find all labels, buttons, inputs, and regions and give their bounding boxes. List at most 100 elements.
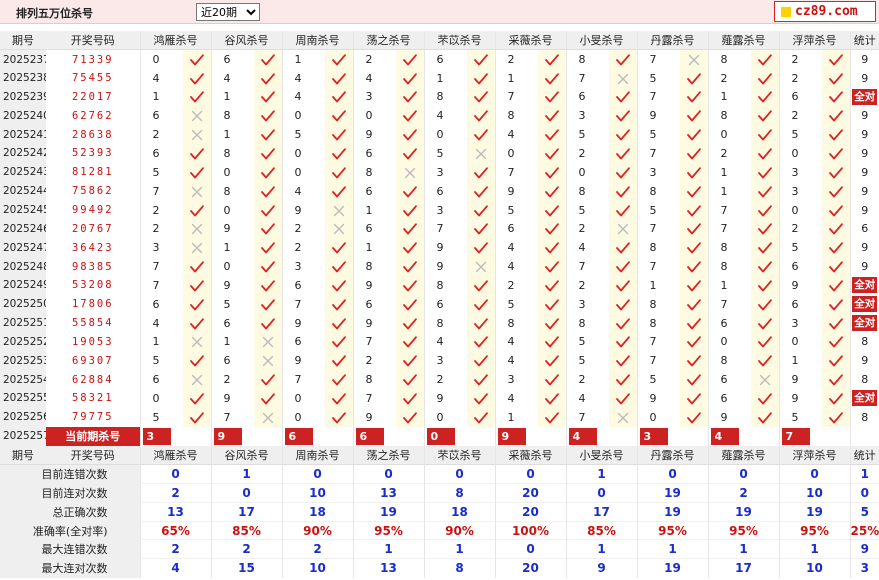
hit-check-icon (183, 313, 211, 333)
hit-check-icon (822, 87, 850, 107)
hit-check-icon (609, 125, 637, 145)
kill-number-cell: 6 (352, 294, 396, 314)
kill-number-cell: 7 (636, 332, 680, 352)
kill-number-cell: 0 (210, 257, 254, 276)
hit-check-icon (325, 181, 353, 201)
row-total-cell: 9 (849, 181, 879, 201)
kill-number-cell: 1 (210, 125, 254, 145)
period-cell: 2025245 (0, 200, 46, 220)
kill-number-cell: 8 (707, 49, 751, 69)
draw-number-cell: 99492 (71, 204, 114, 217)
miss-cross-icon (396, 162, 424, 182)
table-row: 2025246 20767 2 9 2 6 7 6 2 7 7 2 6 (0, 219, 879, 239)
hit-check-icon (751, 257, 779, 276)
hit-check-icon (254, 389, 282, 408)
kill-number-cell: 6 (778, 294, 822, 314)
table-row: 2025253 69307 5 6 9 2 3 4 5 7 8 1 9 (0, 351, 879, 371)
stat-value: 13 (352, 558, 424, 578)
hit-check-icon (538, 389, 566, 408)
draw-number-cell: 71339 (71, 53, 114, 66)
draw-number-cell: 28638 (71, 128, 114, 141)
kill-number-cell: 4 (281, 87, 325, 107)
kill-number-cell: 4 (210, 68, 254, 88)
stat-value: 5 (849, 501, 879, 522)
kill-number-cell: 7 (494, 87, 538, 107)
hit-check-icon (822, 200, 850, 220)
hit-check-icon (396, 275, 424, 295)
killer-column-header: 荡之杀号 (352, 445, 424, 466)
draw-number-cell: 62884 (71, 373, 114, 386)
hit-check-icon (538, 351, 566, 371)
kill-number-cell: 6 (210, 313, 254, 333)
row-total-cell: 9 (849, 200, 879, 220)
kill-number-cell: 8 (636, 313, 680, 333)
stat-value: 95% (636, 520, 708, 540)
hit-check-icon (538, 219, 566, 239)
kill-number-cell: 8 (423, 313, 467, 333)
kill-number-cell: 4 (281, 181, 325, 201)
hit-check-icon (822, 294, 850, 314)
hit-check-icon (538, 275, 566, 295)
hit-check-icon (609, 389, 637, 408)
stat-value: 20 (494, 558, 566, 578)
killer-column-header: 丹露杀号 (636, 31, 708, 51)
current-kill-number: 4 (710, 427, 739, 445)
period-cell: 2025243 (0, 162, 46, 182)
kill-number-cell: 2 (707, 68, 751, 88)
kill-number-cell: 5 (565, 332, 609, 352)
hit-check-icon (538, 407, 566, 427)
current-total-cell (849, 426, 879, 446)
stat-value: 4 (139, 558, 211, 578)
stat-value: 2 (139, 482, 211, 503)
draw-number-cell: 69307 (71, 354, 114, 367)
hit-check-icon (822, 162, 850, 182)
kill-number-cell: 2 (778, 106, 822, 126)
row-total-cell: 9 (849, 49, 879, 69)
hit-check-icon (751, 87, 779, 107)
site-logo[interactable]: cz89.com (774, 1, 876, 22)
row-total-cell: 全对 (849, 389, 879, 408)
kill-number-cell: 8 (565, 313, 609, 333)
hit-check-icon (751, 294, 779, 314)
hit-check-icon (538, 162, 566, 182)
kill-number-cell: 7 (707, 294, 751, 314)
killer-column-header: 丹露杀号 (636, 445, 708, 466)
draw-number-cell: 75455 (71, 72, 114, 85)
kill-number-cell: 4 (139, 313, 183, 333)
hit-check-icon (538, 332, 566, 352)
stat-value: 1 (565, 539, 637, 559)
stat-value: 17 (565, 501, 637, 522)
kill-number-cell: 1 (139, 332, 183, 352)
table-row: 2025250 17806 6 5 7 6 6 5 3 8 7 6 全对 (0, 294, 879, 314)
hit-check-icon (467, 200, 495, 220)
hit-check-icon (751, 238, 779, 258)
hit-check-icon (822, 389, 850, 408)
kill-number-cell: 3 (423, 162, 467, 182)
hit-check-icon (680, 125, 708, 145)
current-kill-number: 7 (781, 427, 810, 445)
current-kill-cell: 4 (565, 426, 637, 446)
hit-check-icon (183, 87, 211, 107)
period-range-select[interactable]: 近20期 (196, 3, 260, 21)
hit-check-icon (183, 144, 211, 163)
hit-check-icon (254, 106, 282, 126)
hit-check-icon (680, 106, 708, 126)
hit-check-icon (609, 294, 637, 314)
period-cell: 2025244 (0, 181, 46, 201)
kill-number-cell: 8 (565, 49, 609, 69)
hit-check-icon (396, 294, 424, 314)
kill-number-cell: 7 (636, 257, 680, 276)
kill-number-cell: 7 (565, 68, 609, 88)
hit-check-icon (609, 275, 637, 295)
draw-column-header: 开奖号码 (46, 445, 140, 466)
kill-number-cell: 7 (636, 87, 680, 107)
kill-number-cell: 3 (423, 200, 467, 220)
hit-check-icon (467, 68, 495, 88)
kill-number-cell: 0 (778, 200, 822, 220)
hit-check-icon (538, 106, 566, 126)
kill-number-cell: 2 (352, 49, 396, 69)
hit-check-icon (822, 49, 850, 69)
current-kill-number: 3 (142, 427, 171, 445)
row-total-cell: 9 (849, 144, 879, 163)
hit-check-icon (538, 49, 566, 69)
